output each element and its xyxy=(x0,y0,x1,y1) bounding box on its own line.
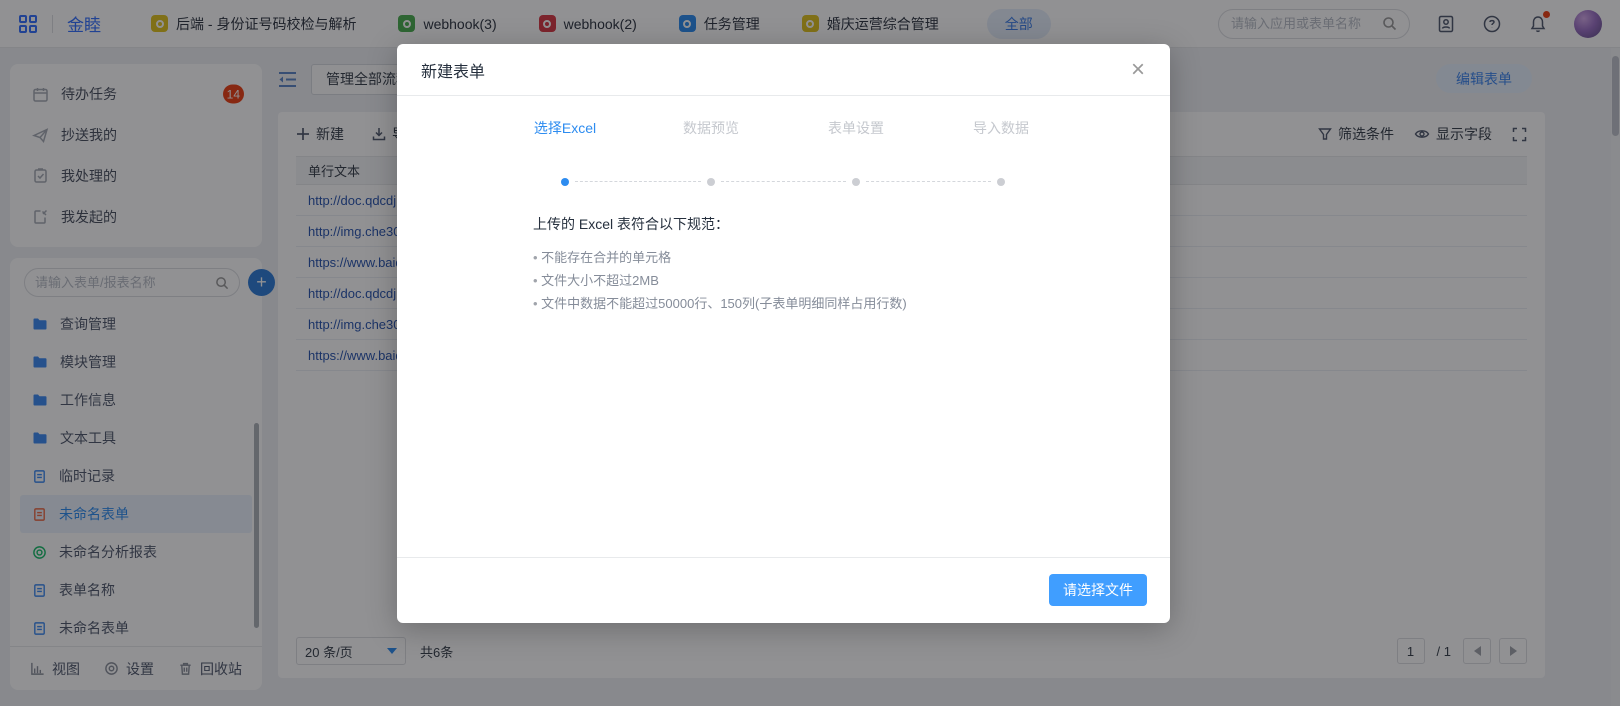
step-data-preview: 数据预览 xyxy=(683,118,739,138)
step-dot xyxy=(707,178,715,186)
new-form-modal: 新建表单 × 选择Excel 数据预览 表单设置 导入数据 上传的 Excel … xyxy=(397,44,1170,623)
close-icon[interactable]: × xyxy=(1124,56,1152,84)
step-form-settings: 表单设置 xyxy=(828,118,884,138)
modal-title: 新建表单 xyxy=(421,58,485,82)
step-dot xyxy=(997,178,1005,186)
step-dot xyxy=(852,178,860,186)
rules-title: 上传的 Excel 表符合以下规范： xyxy=(533,214,1170,234)
rule-item: 不能存在合并的单元格 xyxy=(533,246,1170,269)
rules-list: 不能存在合并的单元格 文件大小不超过2MB 文件中数据不能超过50000行、15… xyxy=(533,246,1170,315)
upload-rules: 上传的 Excel 表符合以下规范： 不能存在合并的单元格 文件大小不超过2MB… xyxy=(533,214,1170,315)
modal-header: 新建表单 × xyxy=(397,44,1170,96)
step-connector xyxy=(721,181,846,182)
step-dot-active xyxy=(561,178,569,186)
step-connector xyxy=(866,181,991,182)
step-import-data: 导入数据 xyxy=(973,118,1029,138)
modal-footer: 请选择文件 xyxy=(397,557,1170,623)
step-connector xyxy=(575,181,701,182)
rule-item: 文件大小不超过2MB xyxy=(533,269,1170,292)
rule-item: 文件中数据不能超过50000行、150列(子表单明细同样占用行数) xyxy=(533,292,1170,315)
choose-file-button[interactable]: 请选择文件 xyxy=(1049,574,1147,606)
stepper: 选择Excel 数据预览 表单设置 导入数据 xyxy=(397,118,1170,184)
step-select-excel: 选择Excel xyxy=(534,118,596,138)
